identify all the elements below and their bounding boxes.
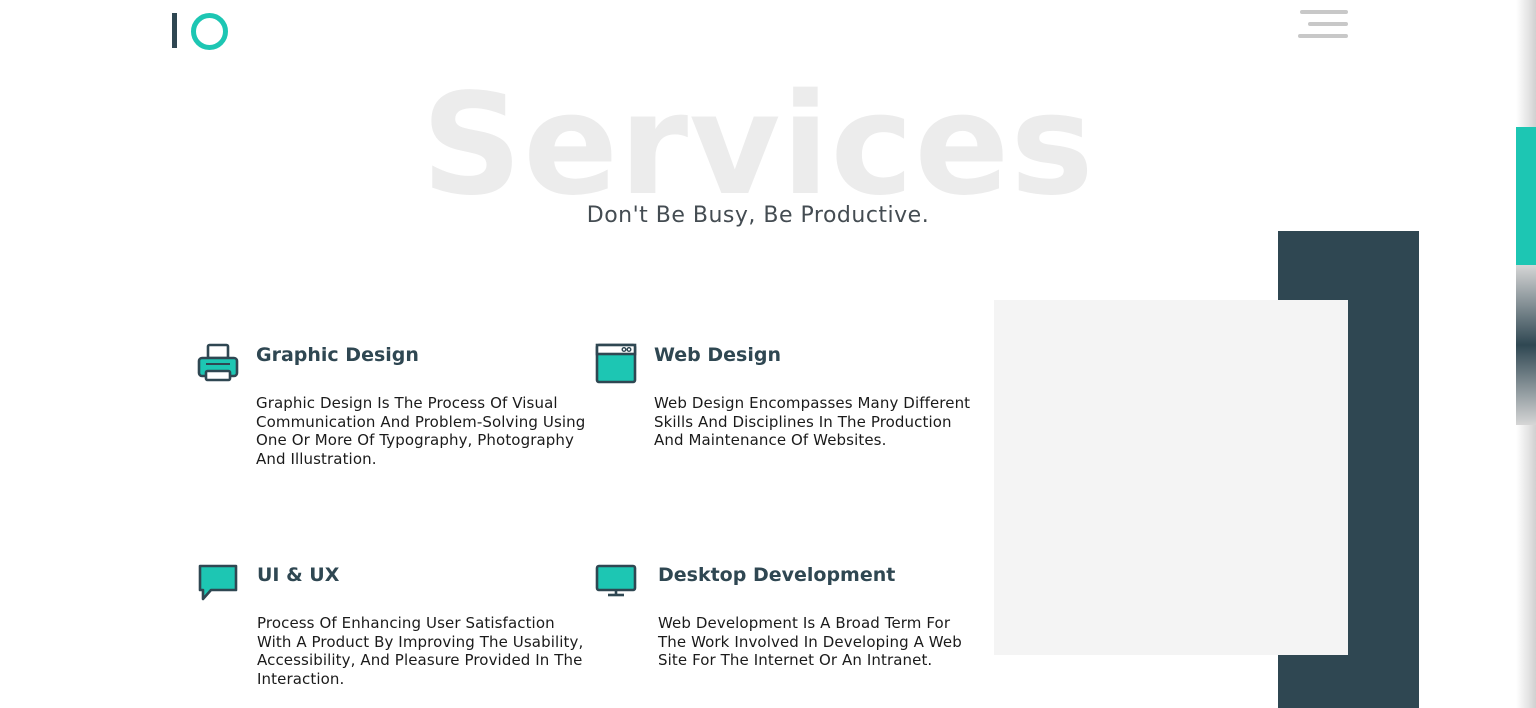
chat-bubble-icon [197, 563, 239, 605]
section-subtitle: Don't Be Busy, Be Productive. [586, 203, 930, 228]
hamburger-line [1300, 10, 1348, 14]
scrollbar-progress [1516, 265, 1536, 425]
hamburger-line [1298, 34, 1348, 38]
service-description: Graphic Design Is The Process Of Visual … [256, 394, 586, 468]
logo-bar [172, 13, 177, 48]
scrollbar-thumb[interactable] [1516, 127, 1536, 265]
section-watermark-title: Services [421, 64, 1095, 227]
service-description: Process Of Enhancing User Satisfaction W… [257, 614, 584, 688]
service-title: Web Design [654, 344, 781, 366]
browser-window-icon [595, 343, 637, 385]
page: Services Don't Be Busy, Be Productive. G… [0, 0, 1536, 708]
printer-icon [197, 343, 239, 385]
service-title: Graphic Design [256, 344, 419, 366]
decorative-light-block [994, 300, 1348, 655]
page-scrollbar[interactable] [1516, 0, 1536, 708]
hamburger-line [1308, 22, 1348, 26]
monitor-icon [595, 563, 637, 605]
service-title: Desktop Development [658, 564, 896, 586]
service-title: UI & UX [257, 564, 340, 586]
io-logo[interactable] [172, 12, 230, 50]
logo-ring [191, 13, 228, 50]
service-description: Web Development Is A Broad Term For The … [658, 614, 962, 669]
service-description: Web Design Encompasses Many Different Sk… [654, 394, 971, 449]
hamburger-icon[interactable] [1298, 9, 1349, 40]
